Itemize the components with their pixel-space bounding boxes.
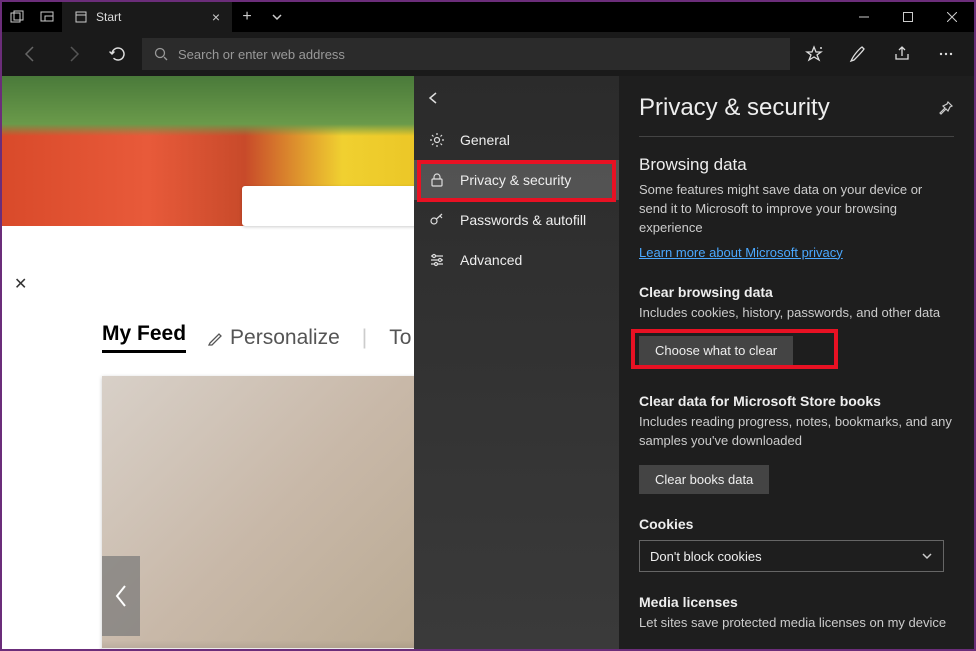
close-window-button[interactable]	[930, 2, 974, 32]
feed-tabs: My Feed Personalize | To	[102, 322, 411, 353]
card-image	[102, 376, 452, 648]
page-icon	[74, 10, 88, 24]
clear-data-desc: Includes cookies, history, passwords, an…	[639, 304, 954, 323]
key-icon	[428, 212, 446, 228]
pin-icon[interactable]	[938, 100, 954, 116]
browsing-data-heading: Browsing data	[639, 155, 954, 175]
menu-back-button[interactable]	[414, 76, 619, 120]
clear-books-button[interactable]: Clear books data	[639, 465, 769, 494]
tab-topics-truncated[interactable]: To	[389, 326, 411, 350]
close-icon[interactable]: ✕	[14, 274, 27, 294]
favorites-button[interactable]	[794, 34, 834, 74]
tab-title: Start	[96, 10, 204, 24]
choose-clear-button[interactable]: Choose what to clear	[639, 336, 793, 365]
browsing-data-desc: Some features might save data on your de…	[639, 181, 954, 238]
refresh-button[interactable]	[98, 34, 138, 74]
tab-preview-icon[interactable]	[32, 10, 62, 24]
settings-menu: General Privacy & security Passwords & a…	[414, 76, 619, 649]
lock-icon	[428, 172, 446, 188]
cookies-select[interactable]: Don't block cookies	[639, 540, 944, 572]
toolbar: Search or enter web address	[2, 32, 974, 76]
notes-button[interactable]	[838, 34, 878, 74]
address-placeholder: Search or enter web address	[178, 47, 345, 62]
sliders-icon	[428, 252, 446, 268]
menu-item-passwords[interactable]: Passwords & autofill	[414, 200, 619, 240]
media-heading: Media licenses	[639, 594, 954, 610]
address-bar[interactable]: Search or enter web address	[142, 38, 790, 70]
chevron-down-icon[interactable]	[262, 11, 292, 23]
more-button[interactable]	[926, 34, 966, 74]
back-button	[10, 34, 50, 74]
maximize-button[interactable]	[886, 2, 930, 32]
share-button[interactable]	[882, 34, 922, 74]
menu-item-privacy[interactable]: Privacy & security	[414, 160, 619, 200]
titlebar: Start × +	[2, 2, 974, 32]
chevron-down-icon	[921, 550, 933, 562]
minimize-button[interactable]	[842, 2, 886, 32]
tab-my-feed[interactable]: My Feed	[102, 322, 186, 353]
tab-actions-icon[interactable]	[2, 10, 32, 24]
cookies-heading: Cookies	[639, 516, 954, 532]
browser-tab[interactable]: Start ×	[62, 2, 232, 32]
privacy-link[interactable]: Learn more about Microsoft privacy	[639, 245, 843, 260]
close-tab-icon[interactable]: ×	[212, 9, 220, 25]
card-prev-button[interactable]	[102, 556, 140, 636]
new-tab-button[interactable]: +	[232, 8, 262, 26]
forward-button	[54, 34, 94, 74]
pencil-icon	[208, 330, 224, 346]
media-desc: Let sites save protected media licenses …	[639, 614, 954, 633]
panel-title: Privacy & security	[639, 94, 830, 122]
gear-icon	[428, 132, 446, 148]
settings-panel: Privacy & security Browsing data Some fe…	[619, 76, 974, 649]
card-caption: High-Waist Glitter Size: Large | Alo Yo	[102, 640, 452, 649]
feed-card[interactable]: High-Waist Glitter Size: Large | Alo Yo	[102, 376, 452, 649]
books-desc: Includes reading progress, notes, bookma…	[639, 413, 954, 451]
books-heading: Clear data for Microsoft Store books	[639, 393, 954, 409]
search-icon	[154, 47, 168, 61]
tab-personalize[interactable]: Personalize	[208, 326, 340, 350]
clear-data-heading: Clear browsing data	[639, 284, 954, 300]
menu-item-general[interactable]: General	[414, 120, 619, 160]
menu-item-advanced[interactable]: Advanced	[414, 240, 619, 280]
